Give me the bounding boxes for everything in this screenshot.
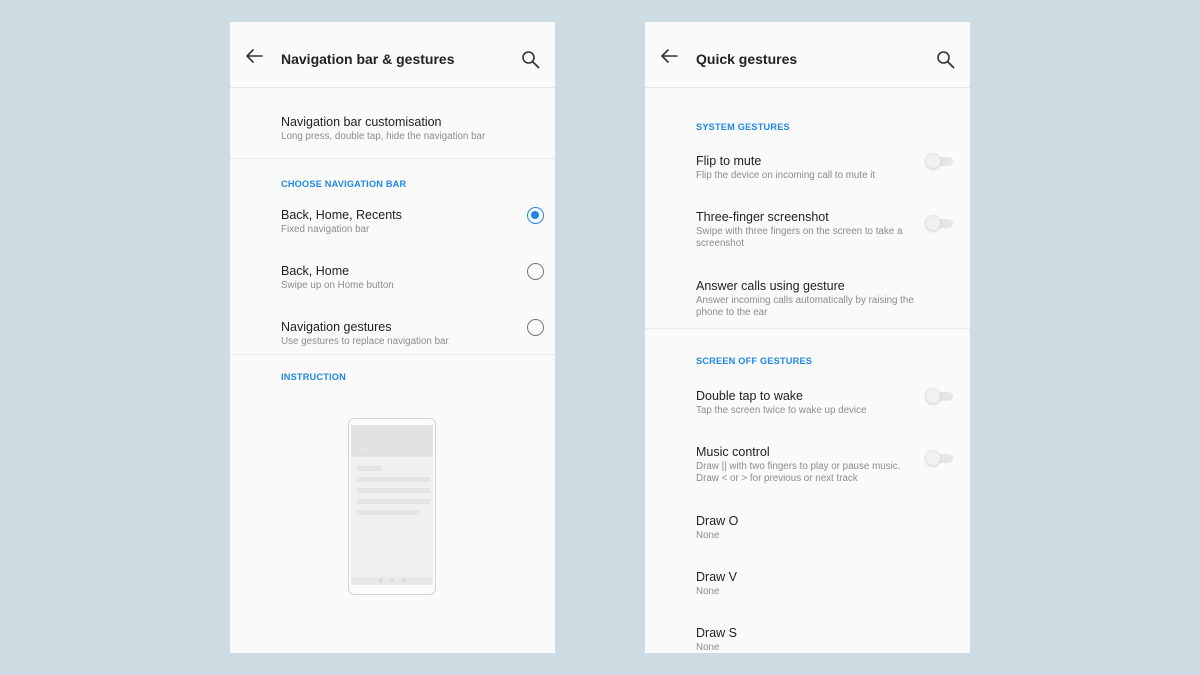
illustration-bar xyxy=(357,510,419,515)
illustration-bar xyxy=(357,499,430,504)
draw-v-item[interactable]: Draw V None xyxy=(645,570,970,626)
back-arrow-icon[interactable] xyxy=(244,46,264,66)
navigation-bar-customisation-item[interactable]: Navigation bar customisation Long press,… xyxy=(230,88,555,158)
flip-to-mute-toggle[interactable] xyxy=(925,153,953,169)
item-subtitle: None xyxy=(696,586,720,597)
app-bar: Navigation bar & gestures xyxy=(230,22,555,88)
item-title: Draw O xyxy=(696,514,739,528)
item-subtitle: None xyxy=(696,530,720,541)
item-subtitle: Draw || with two fingers to play or paus… xyxy=(696,461,901,484)
illustration-nav-row: ◁ ○ □ xyxy=(351,577,433,585)
item-subtitle: Flip the device on incoming call to mute… xyxy=(696,170,876,181)
radio-button-selected[interactable] xyxy=(527,207,544,224)
item-subtitle: Tap the screen twice to wake up device xyxy=(696,405,867,416)
item-subtitle: Answer incoming calls automatically by r… xyxy=(696,295,914,318)
three-finger-screenshot-item[interactable]: Three-finger screenshot Swipe with three… xyxy=(645,210,970,279)
illustration-bar xyxy=(357,477,430,482)
illustration-home-icon: ○ xyxy=(390,578,394,584)
section-label-choose-navigation-bar: CHOOSE NAVIGATION BAR xyxy=(281,179,407,189)
draw-s-item[interactable]: Draw S None xyxy=(645,626,970,653)
item-title: Draw V xyxy=(696,570,737,584)
radio-button[interactable] xyxy=(527,263,544,280)
music-control-item[interactable]: Music control Draw || with two fingers t… xyxy=(645,445,970,514)
radio-option-back-home-recents[interactable]: Back, Home, Recents Fixed navigation bar xyxy=(230,207,555,264)
option-title: Navigation gestures xyxy=(281,320,392,334)
radio-option-navigation-gestures[interactable]: Navigation gestures Use gestures to repl… xyxy=(230,319,555,354)
three-finger-screenshot-toggle[interactable] xyxy=(925,215,953,231)
phone-illustration: ◁ ○ □ xyxy=(348,418,436,595)
item-title: Navigation bar customisation xyxy=(281,115,442,129)
toggle-thumb xyxy=(925,450,941,466)
option-title: Back, Home, Recents xyxy=(281,208,402,222)
item-subtitle: None xyxy=(696,642,720,653)
illustration-bar xyxy=(357,466,382,471)
page-title: Quick gestures xyxy=(696,51,798,67)
option-subtitle: Swipe up on Home button xyxy=(281,280,394,291)
item-title: Three-finger screenshot xyxy=(696,210,829,224)
section-label-screen-off-gestures: SCREEN OFF GESTURES xyxy=(696,356,813,366)
quick-gestures-screen: Quick gestures SYSTEM GESTURES Flip to m… xyxy=(645,22,970,653)
illustration-recents-icon: □ xyxy=(402,578,406,584)
app-bar: Quick gestures xyxy=(645,22,970,88)
answer-calls-using-gesture-item[interactable]: Answer calls using gesture Answer incomi… xyxy=(645,279,970,328)
double-tap-to-wake-toggle[interactable] xyxy=(925,388,953,404)
section-label-instruction: INSTRUCTION xyxy=(281,372,346,382)
music-control-toggle[interactable] xyxy=(925,450,953,466)
item-title: Music control xyxy=(696,445,770,459)
item-title: Answer calls using gesture xyxy=(696,279,845,293)
illustration-back-icon: ◁ xyxy=(378,578,382,584)
item-subtitle: Long press, double tap, hide the navigat… xyxy=(281,131,486,142)
illustration-bar xyxy=(357,488,430,493)
toggle-thumb xyxy=(925,388,941,404)
option-subtitle: Fixed navigation bar xyxy=(281,224,370,235)
radio-option-back-home[interactable]: Back, Home Swipe up on Home button xyxy=(230,263,555,320)
toggle-thumb xyxy=(925,215,941,231)
phone-illustration-screen xyxy=(351,425,433,577)
draw-o-item[interactable]: Draw O None xyxy=(645,514,970,570)
section-label-system-gestures: SYSTEM GESTURES xyxy=(696,122,790,132)
item-title: Draw S xyxy=(696,626,737,640)
toggle-thumb xyxy=(925,153,941,169)
navigation-bar-gestures-screen: Navigation bar & gestures Navigation bar… xyxy=(230,22,555,653)
search-icon[interactable] xyxy=(936,50,956,70)
radio-button[interactable] xyxy=(527,319,544,336)
option-subtitle: Use gestures to replace navigation bar xyxy=(281,336,449,347)
search-icon[interactable] xyxy=(521,50,541,70)
page-title: Navigation bar & gestures xyxy=(281,51,455,67)
option-title: Back, Home xyxy=(281,264,350,278)
illustration-header xyxy=(351,425,433,457)
illustration-bar xyxy=(357,446,371,451)
double-tap-to-wake-item[interactable]: Double tap to wake Tap the screen twice … xyxy=(645,388,970,445)
item-subtitle: Swipe with three fingers on the screen t… xyxy=(696,226,903,249)
flip-to-mute-item[interactable]: Flip to mute Flip the device on incoming… xyxy=(645,153,970,210)
back-arrow-icon[interactable] xyxy=(659,46,679,66)
